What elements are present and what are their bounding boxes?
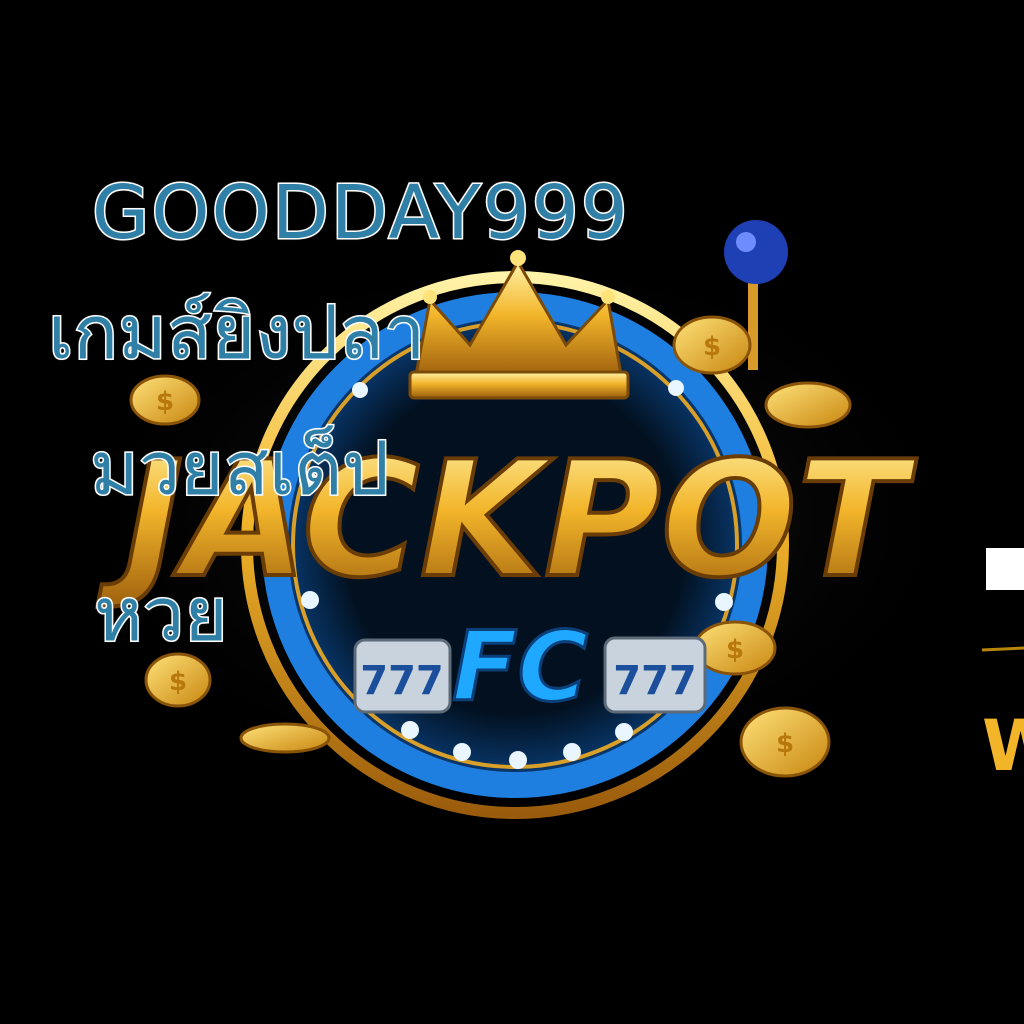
coin-symbol: $ <box>703 332 721 362</box>
logo-sub: FC <box>452 611 588 723</box>
svg-text:777: 777 <box>613 658 697 704</box>
right-edge-gold-line <box>981 646 1024 652</box>
right-edge-letter: W <box>982 705 1024 787</box>
overlay-title: GOODDAY999 <box>91 170 630 256</box>
overlay-line-lottery: หวย <box>93 572 230 658</box>
svg-text:777: 777 <box>360 658 444 704</box>
coin-symbol: $ <box>776 729 794 759</box>
right-edge-white-bar <box>986 548 1024 590</box>
coin-symbol: $ <box>156 387 174 417</box>
coin-symbol: $ <box>169 667 187 697</box>
coin-symbol: $ <box>726 635 744 665</box>
jackpot-fc-logo: $ $ $ $ $ 777 777 JACKPOT FC W <box>60 220 1024 819</box>
overlay-line-fish-game: เกมส์ยิงปลา <box>46 290 426 376</box>
overlay-line-boxing-step: มวยสเต็ป <box>88 426 390 512</box>
